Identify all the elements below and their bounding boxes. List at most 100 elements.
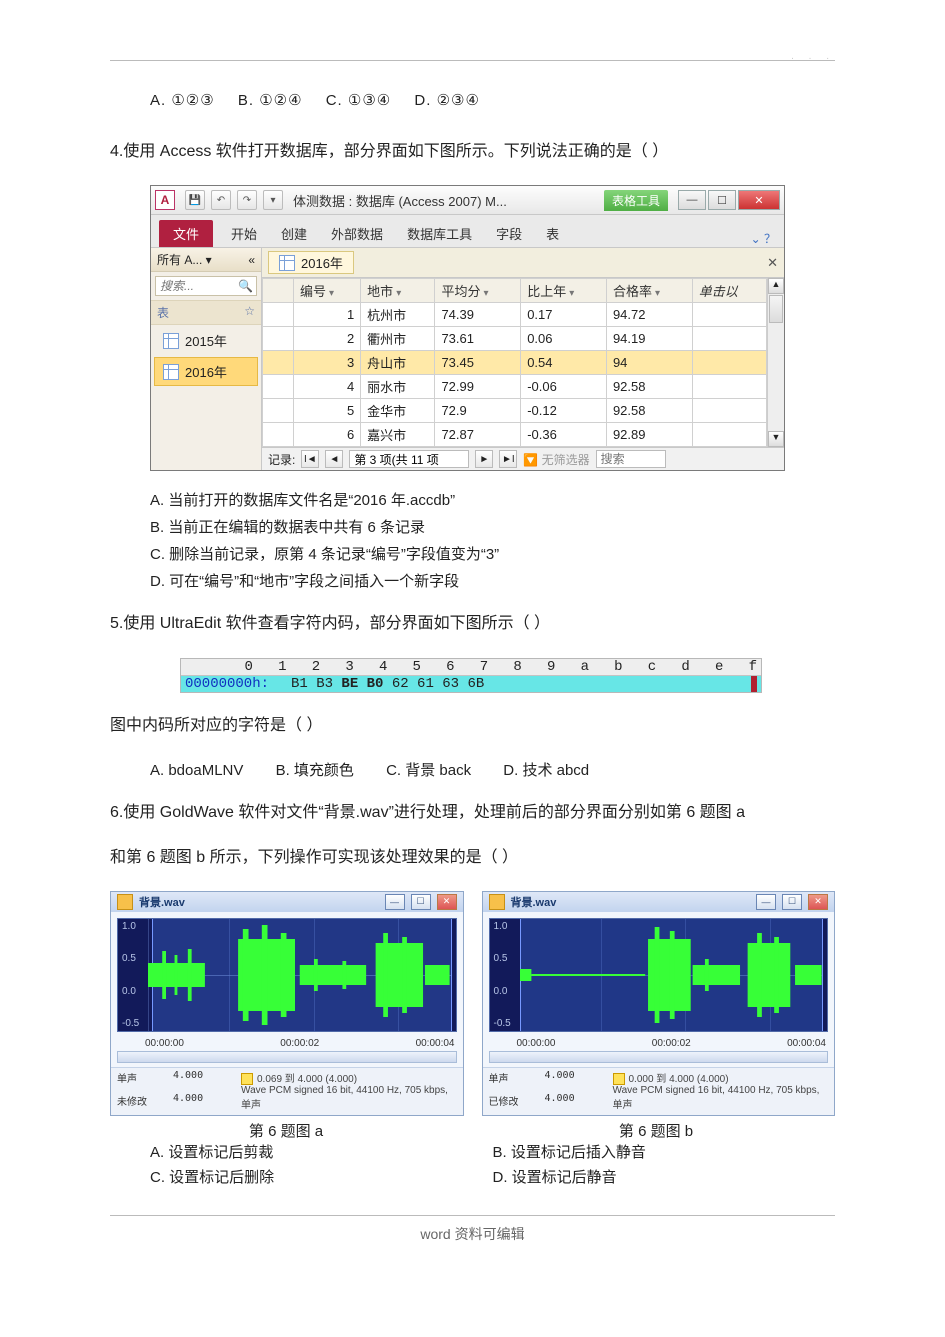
waveform-area[interactable]: 1.00.50.0-0.5 xyxy=(489,918,829,1032)
document-page: . . . A. ①②③ B. ①②④ C. ①③④ D. ②③④ 4.使用 A… xyxy=(0,0,945,1337)
footer-text: word 资料可编辑 xyxy=(420,1226,524,1242)
row-selector-header[interactable] xyxy=(263,279,294,303)
tab-create[interactable]: 创建 xyxy=(275,220,313,247)
nav-search[interactable]: 🔍 xyxy=(155,276,257,296)
recnav-label: 记录: xyxy=(268,451,295,468)
hex-line: 00000000h: B1 B3 BE B0 62 61 63 6B xyxy=(181,676,761,692)
maximize-button[interactable]: ☐ xyxy=(411,894,431,910)
col-delta[interactable]: 比上年▾ xyxy=(521,279,607,303)
close-button[interactable]: ✕ xyxy=(808,894,828,910)
scroll-track[interactable] xyxy=(768,324,784,431)
opt-d: D. ②③④ xyxy=(414,91,480,109)
table-icon xyxy=(163,364,179,380)
nav-scope-label: 所有 A... ▾ xyxy=(157,251,212,268)
gw-scrollbar[interactable] xyxy=(489,1051,829,1063)
col-city[interactable]: 地市▾ xyxy=(361,279,435,303)
tab-file[interactable]: 文件 xyxy=(159,220,213,247)
minimize-button[interactable]: — xyxy=(756,894,776,910)
waveform-area[interactable]: 1.00.50.0-0.5 xyxy=(117,918,457,1032)
ultraedit-screenshot: 0 1 2 3 4 5 6 7 8 9 a b c d e f 00000000… xyxy=(180,658,762,693)
nav-pane-header[interactable]: 所有 A... ▾ « xyxy=(151,248,261,272)
maximize-button[interactable]: ☐ xyxy=(708,190,736,210)
undo-icon[interactable]: ↶ xyxy=(211,190,231,210)
q4-opt-b: B. 当前正在编辑的数据表中共有 6 条记录 xyxy=(150,516,835,537)
qat-dropdown-icon[interactable]: ▾ xyxy=(263,190,283,210)
redo-icon[interactable]: ↷ xyxy=(237,190,257,210)
first-record-button[interactable]: I◄ xyxy=(301,450,319,468)
object-tab-close-icon[interactable]: ✕ xyxy=(767,255,778,271)
gw-scrollbar[interactable] xyxy=(117,1051,457,1063)
q5-options: A. bdoaMLNV B. 填充颜色 C. 背景 back D. 技术 abc… xyxy=(150,759,835,780)
next-record-button[interactable]: ► xyxy=(475,450,493,468)
format-icon xyxy=(613,1073,625,1085)
hex-ruler: 0 1 2 3 4 5 6 7 8 9 a b c d e f xyxy=(181,659,761,676)
col-avg[interactable]: 平均分▾ xyxy=(435,279,521,303)
modified-label: 已修改 xyxy=(489,1093,537,1112)
last-record-button[interactable]: ►I xyxy=(499,450,517,468)
minimize-button[interactable]: — xyxy=(678,190,706,210)
datasheet-body[interactable]: 1杭州市74.390.1794.72 2衢州市73.610.0694.19 3舟… xyxy=(263,303,767,447)
maximize-button[interactable]: ☐ xyxy=(782,894,802,910)
record-position-input[interactable] xyxy=(349,450,469,468)
search-icon[interactable]: 🔍 xyxy=(234,279,257,293)
tab-dbtools[interactable]: 数据库工具 xyxy=(401,220,478,247)
q5-opt-c: C. 背景 back xyxy=(386,759,471,780)
format-icon xyxy=(241,1073,253,1085)
goldwave-app-icon xyxy=(117,894,133,910)
table-row: 4丽水市72.99-0.0692.58 xyxy=(263,375,767,399)
q6-opt-b: B. 设置标记后插入静音 xyxy=(493,1141,836,1162)
object-tab[interactable]: 2016年 xyxy=(268,251,354,274)
nav-item-2016[interactable]: 2016年 xyxy=(154,357,258,386)
col-pass[interactable]: 合格率▾ xyxy=(606,279,692,303)
access-body: 所有 A... ▾ « 🔍 表 ☆ 2015年 xyxy=(151,248,784,470)
hex-seg-c: 62 61 63 6B xyxy=(383,676,484,692)
format-info: 0.069 到 4.000 (4.000)Wave PCM signed 16 … xyxy=(241,1070,457,1111)
scroll-down-icon[interactable]: ▼ xyxy=(768,431,784,447)
tab-home[interactable]: 开始 xyxy=(225,220,263,247)
caption-a: 第 6 题图 a xyxy=(110,1120,462,1141)
minimize-button[interactable]: — xyxy=(385,894,405,910)
contextual-tab-label: 表格工具 xyxy=(604,190,668,211)
datasheet[interactable]: 编号▾ 地市▾ 平均分▾ 比上年▾ 合格率▾ 单击以 1杭 xyxy=(262,278,767,447)
gw-scroll-thumb[interactable] xyxy=(490,1052,828,1062)
tab-table[interactable]: 表 xyxy=(540,220,565,247)
modified-value: 4.000 xyxy=(173,1093,233,1112)
opt-a: A. ①②③ xyxy=(150,91,215,109)
col-add[interactable]: 单击以 xyxy=(692,279,766,303)
mono-label: 单声 xyxy=(489,1070,537,1089)
gw-titlebar: 背景.wav — ☐ ✕ xyxy=(483,892,835,912)
ribbon-tabs: 文件 开始 创建 外部数据 数据库工具 字段 表 ⌄ ？ xyxy=(151,215,784,248)
q5-opt-a: A. bdoaMLNV xyxy=(150,762,243,779)
opt-c: C. ①③④ xyxy=(326,91,392,109)
nav-collapse-icon[interactable]: « xyxy=(248,253,255,267)
modified-value: 4.000 xyxy=(545,1093,605,1112)
nav-item-label: 2016年 xyxy=(185,362,227,381)
ruler-columns: 0 1 2 3 4 5 6 7 8 9 a b c d e f xyxy=(245,659,757,675)
q3-options: A. ①②③ B. ①②④ C. ①③④ D. ②③④ xyxy=(150,91,835,109)
close-button[interactable]: ✕ xyxy=(738,190,780,210)
modified-label: 未修改 xyxy=(117,1093,165,1112)
nav-item-2015[interactable]: 2015年 xyxy=(154,326,258,355)
gw-filename: 背景.wav xyxy=(511,894,751,910)
recnav-search-input[interactable] xyxy=(596,450,666,468)
access-window: A 💾 ↶ ↷ ▾ 体测数据 : 数据库 (Access 2007) M... … xyxy=(150,185,785,471)
table-icon xyxy=(279,255,295,271)
object-tab-bar: 2016年 ✕ xyxy=(262,248,784,278)
format-info: 0.000 到 4.000 (4.000)Wave PCM signed 16 … xyxy=(613,1070,829,1111)
col-id[interactable]: 编号▾ xyxy=(294,279,361,303)
tab-external[interactable]: 外部数据 xyxy=(325,220,389,247)
vertical-scrollbar[interactable]: ▲ ▼ xyxy=(767,278,784,447)
gw-scroll-thumb[interactable] xyxy=(118,1052,456,1062)
scroll-up-icon[interactable]: ▲ xyxy=(768,278,784,294)
prev-record-button[interactable]: ◄ xyxy=(325,450,343,468)
q6-options: A. 设置标记后剪裁 B. 设置标记后插入静音 C. 设置标记后删除 D. 设置… xyxy=(150,1141,835,1187)
scroll-thumb[interactable] xyxy=(769,295,783,323)
nav-group-tables[interactable]: 表 ☆ xyxy=(151,300,261,325)
close-button[interactable]: ✕ xyxy=(437,894,457,910)
tab-fields[interactable]: 字段 xyxy=(490,220,528,247)
filter-indicator[interactable]: 🔽 无筛选器 xyxy=(523,451,589,468)
quick-access-toolbar: 💾 ↶ ↷ ▾ xyxy=(185,190,283,210)
save-icon[interactable]: 💾 xyxy=(185,190,205,210)
ribbon-collapse-icon[interactable]: ⌄ ？ xyxy=(751,230,776,247)
nav-search-input[interactable] xyxy=(156,277,234,295)
